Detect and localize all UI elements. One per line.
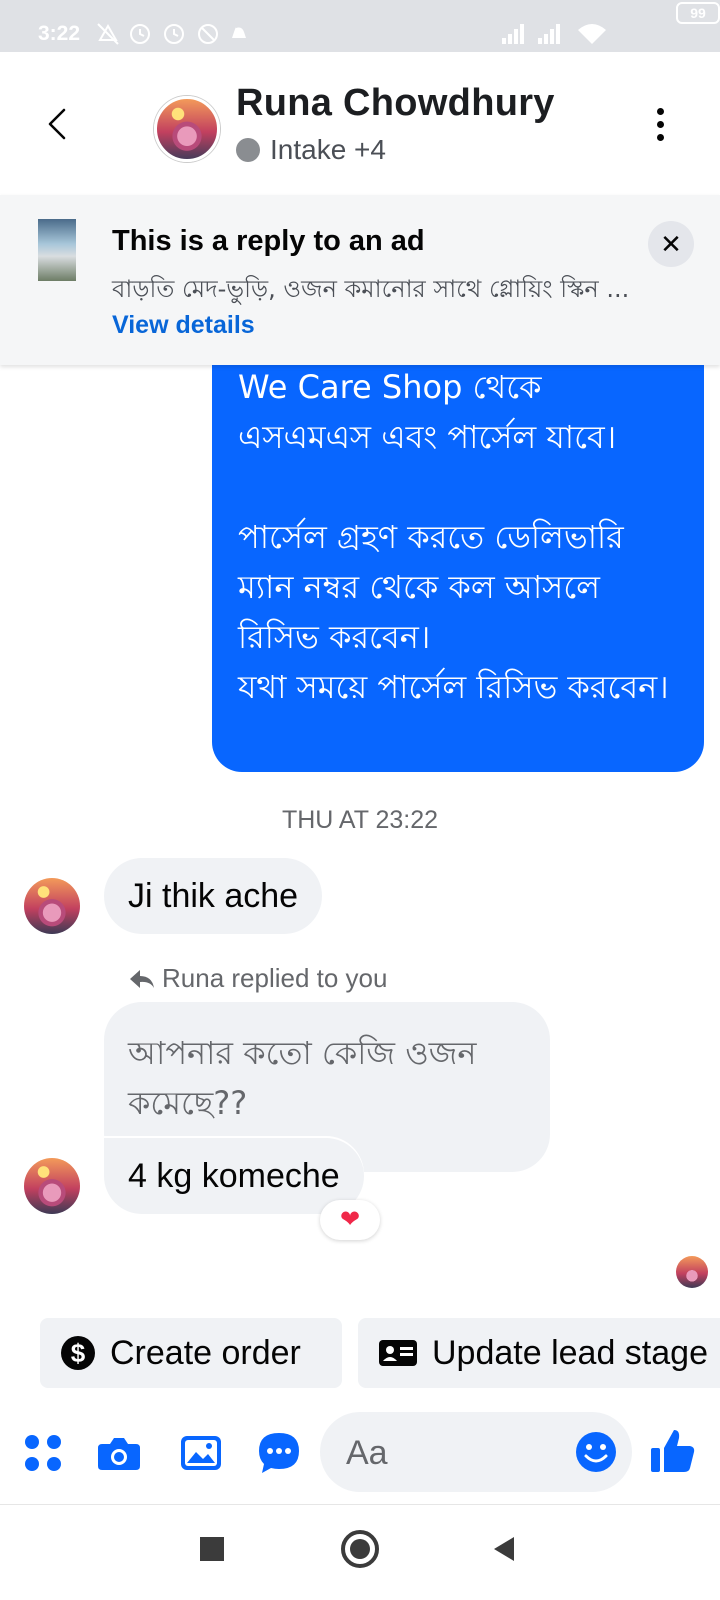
- incoming-message-bubble[interactable]: 4 kg komeche: [104, 1138, 364, 1214]
- ad-reply-banner: This is a reply to an ad বাড়তি মেদ-ভুড়…: [0, 195, 720, 365]
- heart-reaction-icon[interactable]: ❤: [320, 1200, 380, 1240]
- incoming-message-text: Ji thik ache: [128, 877, 299, 915]
- back-icon[interactable]: [490, 1535, 518, 1563]
- sender-avatar[interactable]: [24, 1158, 80, 1214]
- status-notification-icons: [97, 23, 246, 45]
- sender-avatar[interactable]: [24, 878, 80, 934]
- message-composer: Aa: [0, 1406, 720, 1502]
- battery-icon: 99: [676, 2, 720, 24]
- status-time: 3:22: [38, 22, 81, 45]
- chat-icon[interactable]: [256, 1430, 302, 1476]
- reply-icon: [130, 969, 154, 988]
- ad-thumbnail[interactable]: [38, 219, 76, 281]
- like-icon[interactable]: [648, 1426, 698, 1476]
- outgoing-message-text: We Care Shop থেকে এসএমএস এবং পার্সেল যাব…: [238, 368, 669, 706]
- close-icon[interactable]: ✕: [648, 221, 694, 267]
- id-card-icon: [379, 1340, 417, 1366]
- message-input[interactable]: Aa: [320, 1412, 632, 1492]
- update-lead-stage-label: Update lead stage: [432, 1333, 708, 1372]
- ad-description: বাড়তি মেদ-ভুড়ি, ওজন কমানোর সাথে গ্লোয়…: [112, 275, 630, 303]
- emoji-icon[interactable]: [574, 1430, 618, 1474]
- create-order-button[interactable]: $ Create order: [40, 1318, 342, 1388]
- svg-text:$: $: [71, 1338, 86, 1368]
- status-signal-icons: [502, 24, 606, 44]
- menu-icon[interactable]: [20, 1430, 66, 1476]
- dollar-icon: $: [61, 1336, 95, 1370]
- contact-avatar[interactable]: [154, 96, 220, 162]
- outgoing-message-bubble[interactable]: We Care Shop থেকে এসএমএস এবং পার্সেল যাব…: [212, 300, 704, 772]
- view-details-link[interactable]: View details: [112, 311, 255, 339]
- message-input-placeholder: Aa: [346, 1434, 388, 1472]
- quoted-message-text: আপনার কতো কেজি ওজন কমেছে??: [128, 1034, 477, 1122]
- camera-icon[interactable]: [96, 1430, 142, 1476]
- create-order-label: Create order: [110, 1333, 301, 1372]
- status-dot-icon: [236, 138, 260, 162]
- ad-banner-title: This is a reply to an ad: [112, 225, 425, 257]
- reply-indicator: Runa replied to you: [128, 963, 387, 994]
- chat-header: Runa Chowdhury Intake +4: [0, 52, 720, 192]
- status-bar: 3:22 99: [0, 0, 720, 52]
- contact-name[interactable]: Runa Chowdhury: [236, 82, 555, 125]
- message-timestamp: THU AT 23:22: [281, 806, 439, 834]
- seen-avatar: [676, 1256, 708, 1288]
- home-icon[interactable]: [340, 1529, 380, 1569]
- contact-status[interactable]: Intake +4: [236, 134, 386, 166]
- status-text: Intake +4: [270, 134, 386, 165]
- update-lead-stage-button[interactable]: Update lead stage: [358, 1318, 720, 1388]
- android-nav-bar: [0, 1504, 720, 1600]
- incoming-message-text: 4 kg komeche: [128, 1157, 340, 1195]
- ad-banner-text: বাড়তি মেদ-ভুড়ি, ওজন কমানোর সাথে গ্লোয়…: [112, 271, 632, 343]
- chevron-left-icon[interactable]: [38, 104, 78, 144]
- reply-label-text: Runa replied to you: [162, 963, 388, 993]
- incoming-message-bubble[interactable]: Ji thik ache: [104, 858, 323, 934]
- image-icon[interactable]: [178, 1430, 224, 1476]
- recent-apps-icon[interactable]: [198, 1535, 226, 1563]
- more-vertical-icon[interactable]: [650, 108, 670, 148]
